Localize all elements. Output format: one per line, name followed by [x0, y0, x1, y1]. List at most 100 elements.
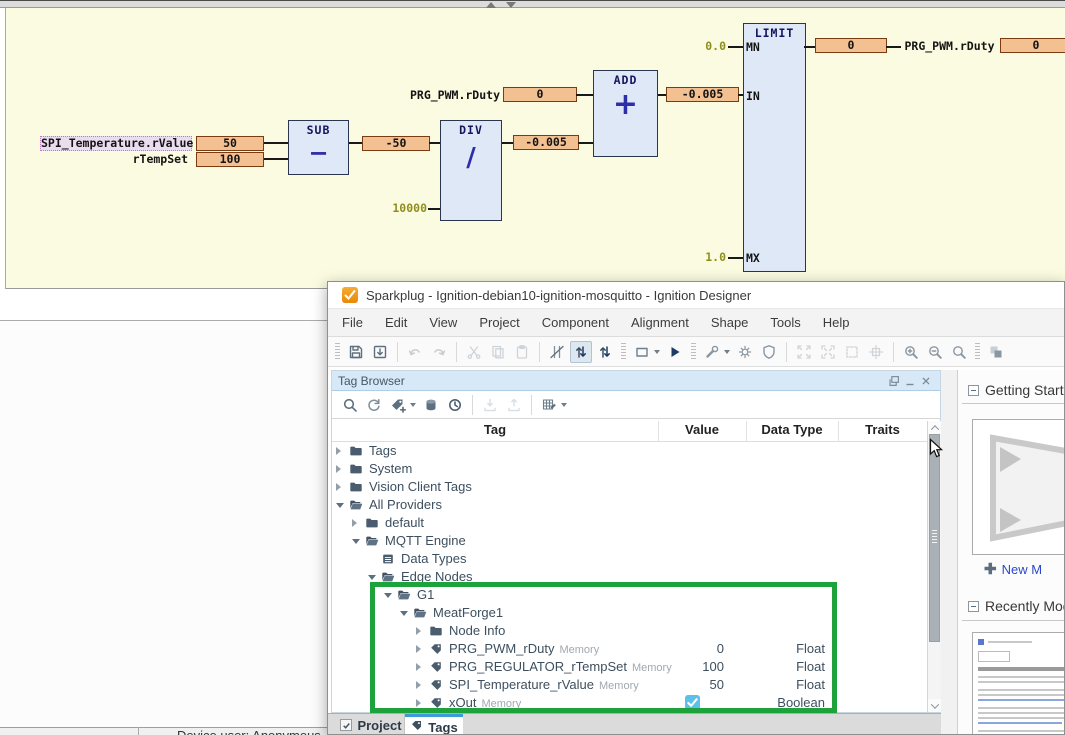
tag-value[interactable]: 0 — [658, 640, 746, 658]
zoom-out-icon[interactable] — [924, 341, 946, 363]
play-icon[interactable] — [664, 341, 686, 363]
tag-tree-row[interactable]: PRG_PWM_rDutyMemory0Float — [332, 640, 927, 658]
scrollbar-thumb[interactable] — [929, 434, 940, 642]
contract-icon[interactable] — [817, 341, 839, 363]
swap-vertical-icon[interactable] — [570, 341, 592, 363]
menu-item-shape[interactable]: Shape — [700, 309, 760, 336]
snap-grid-icon[interactable] — [865, 341, 887, 363]
ignition-designer-window[interactable]: Sparkplug - Ignition-debian10-ignition-m… — [327, 281, 1065, 735]
column-header-value[interactable]: Value — [658, 419, 746, 442]
paste-icon[interactable] — [511, 341, 533, 363]
tag-tree-row[interactable]: Edge Nodes — [332, 568, 927, 586]
tag-browser-header[interactable]: Tag Browser — [332, 371, 940, 391]
new-window-link[interactable]: ✚ New M — [984, 560, 1042, 578]
value-box[interactable]: 0 — [815, 38, 887, 53]
title-bar[interactable]: Sparkplug - Ignition-debian10-ignition-m… — [328, 282, 1064, 309]
merge-strike-icon[interactable] — [546, 341, 568, 363]
vertical-scrollbar[interactable] — [927, 421, 941, 712]
expand-arrow-icon[interactable] — [336, 483, 341, 491]
menu-item-tools[interactable]: Tools — [759, 309, 811, 336]
tag-tree-row[interactable]: xOutMemoryBoolean — [332, 694, 927, 712]
expand-arrow-icon[interactable] — [336, 447, 341, 455]
getting-started-thumbnail[interactable] — [972, 419, 1065, 555]
search-icon[interactable] — [339, 394, 361, 416]
constant-label[interactable]: 1.0 — [696, 250, 726, 264]
value-box[interactable]: 50 — [196, 136, 264, 151]
menu-item-project[interactable]: Project — [468, 309, 530, 336]
save-icon[interactable] — [345, 341, 367, 363]
menu-item-help[interactable]: Help — [812, 309, 861, 336]
tag-tree-row[interactable]: PRG_REGULATOR_rTempSetMemory100Float — [332, 658, 927, 676]
limit-block[interactable]: LIMIT MN IN MX — [743, 23, 806, 272]
add-tag-icon[interactable] — [387, 394, 409, 416]
tag-value[interactable]: 50 — [658, 676, 746, 694]
value-box[interactable]: -0.005 — [666, 87, 739, 102]
arrange-icon[interactable] — [985, 341, 1007, 363]
menu-item-component[interactable]: Component — [531, 309, 620, 336]
collapse-arrow-icon[interactable] — [400, 611, 408, 616]
tag-tree-row[interactable]: System — [332, 460, 927, 478]
swap-vertical2-icon[interactable] — [594, 341, 616, 363]
expand-arrow-icon[interactable] — [416, 645, 421, 653]
undo-icon[interactable] — [404, 341, 426, 363]
collapse-arrow-icon[interactable] — [336, 503, 344, 508]
constant-label[interactable]: 0.0 — [696, 39, 726, 53]
recently-modified-thumbnail[interactable] — [972, 632, 1065, 735]
tag-tree-row[interactable]: G1 — [332, 586, 927, 604]
history-icon[interactable] — [444, 394, 466, 416]
zoom-actual-icon[interactable] — [948, 341, 970, 363]
div-block[interactable]: DIV / — [440, 120, 502, 221]
operand-label[interactable]: PRG_PWM.rDuty — [403, 88, 500, 102]
udt-icon[interactable] — [420, 394, 442, 416]
tab-project[interactable]: Project — [338, 714, 405, 735]
menu-item-view[interactable]: View — [418, 309, 468, 336]
copy-icon[interactable] — [487, 341, 509, 363]
operand-label-selected[interactable]: SPI_Temperature.rValue — [40, 136, 192, 151]
tab-tags[interactable]: Tags — [405, 714, 463, 735]
value-box[interactable]: -0.005 — [513, 135, 579, 150]
value-box[interactable]: -50 — [362, 136, 430, 151]
value-box[interactable]: 0 — [1000, 38, 1065, 53]
operand-label[interactable]: PRG_PWM.rDuty — [901, 39, 998, 53]
scroll-up-icon[interactable] — [928, 421, 941, 434]
float-panel-icon[interactable] — [886, 373, 902, 389]
refresh-icon[interactable] — [363, 394, 385, 416]
tag-tree-row[interactable]: Data Types — [332, 550, 927, 568]
redo-icon[interactable] — [428, 341, 450, 363]
menu-item-alignment[interactable]: Alignment — [620, 309, 700, 336]
collapse-icon[interactable] — [968, 601, 979, 612]
tag-tree-row[interactable]: All Providers — [332, 496, 927, 514]
sub-block[interactable]: SUB − — [288, 120, 349, 175]
shield-icon[interactable] — [758, 341, 780, 363]
dropdown-caret-icon[interactable] — [561, 403, 567, 407]
expand-arrow-icon[interactable] — [336, 465, 341, 473]
import-tags-icon[interactable] — [479, 394, 501, 416]
close-panel-icon[interactable] — [918, 373, 934, 389]
expand-icon[interactable] — [793, 341, 815, 363]
add-block[interactable]: ADD + — [593, 70, 658, 157]
minimize-panel-icon[interactable] — [902, 373, 918, 389]
dropdown-caret-icon[interactable] — [410, 403, 416, 407]
column-header-row[interactable]: Tag Value Data Type Traits — [332, 419, 940, 442]
tag-tree-row[interactable]: SPI_Temperature_rValueMemory50Float — [332, 676, 927, 694]
collapse-icon[interactable] — [968, 385, 979, 396]
constant-label[interactable]: 10000 — [381, 201, 427, 215]
expand-arrow-icon[interactable] — [416, 663, 421, 671]
dropdown-caret-icon[interactable] — [654, 350, 660, 354]
gear-icon[interactable] — [734, 341, 756, 363]
marquee-icon[interactable] — [841, 341, 863, 363]
cut-icon[interactable] — [463, 341, 485, 363]
edit-columns-icon[interactable] — [538, 394, 560, 416]
tag-tree-row[interactable]: Node Info — [332, 622, 927, 640]
zoom-in-icon[interactable] — [900, 341, 922, 363]
value-box[interactable]: 100 — [196, 152, 264, 167]
tag-tree-row[interactable]: Vision Client Tags — [332, 478, 927, 496]
export-tags-icon[interactable] — [503, 394, 525, 416]
shape-tool-icon[interactable] — [631, 341, 653, 363]
menu-item-edit[interactable]: Edit — [374, 309, 418, 336]
tag-tree-row[interactable]: default — [332, 514, 927, 532]
column-header-tag[interactable]: Tag — [332, 419, 658, 442]
expand-arrow-icon[interactable] — [416, 681, 421, 689]
wrench-icon[interactable] — [701, 341, 723, 363]
recently-modified-section-header[interactable]: Recently Modif — [968, 598, 1065, 614]
